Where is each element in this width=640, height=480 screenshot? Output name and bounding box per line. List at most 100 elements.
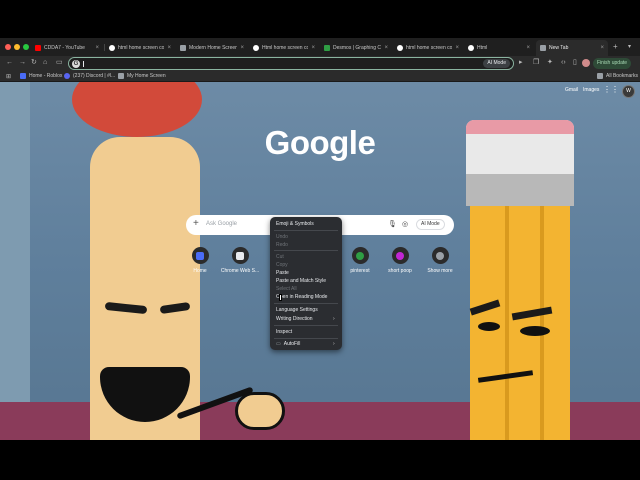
tab-strip: CDDA7 - YouTube × html home screen co × …: [0, 38, 640, 56]
bookmark-label: My Home Screen: [127, 73, 166, 79]
tab-title: CDDA7 - YouTube: [44, 45, 85, 51]
apps-grid-icon[interactable]: ⋮⋮: [603, 85, 619, 94]
shortcut-label: Show more: [427, 268, 453, 274]
maximize-window-button[interactable]: [23, 44, 29, 50]
close-tab-icon[interactable]: ×: [455, 45, 459, 51]
add-icon[interactable]: +: [193, 218, 199, 230]
shortcut-label: short poop: [388, 268, 412, 274]
menu-item-emoji-symbols[interactable]: Emoji & Symbols: [276, 221, 314, 227]
menu-separator: [274, 338, 338, 339]
close-tab-icon[interactable]: ×: [167, 45, 171, 51]
home-icon[interactable]: ⌂: [43, 59, 47, 67]
new-tab-button[interactable]: +: [613, 42, 618, 51]
pencil-character-stripe: [540, 202, 544, 440]
profile-avatar[interactable]: [582, 59, 590, 67]
menu-item-label: Writing Direction: [276, 316, 313, 322]
tab-desmos[interactable]: Desmos | Graphing C ×: [320, 40, 392, 56]
side-panel-icon[interactable]: ▭: [56, 59, 63, 67]
forward-icon[interactable]: →: [19, 59, 26, 67]
address-bar[interactable]: G AI Mode: [68, 57, 514, 70]
menu-item-inspect[interactable]: Inspect: [276, 329, 292, 335]
web-store-icon: [236, 251, 244, 260]
menu-item-paste[interactable]: Paste: [276, 270, 289, 276]
pencil-character-band: [466, 174, 574, 206]
pencil-character-eye: [478, 322, 500, 331]
close-tab-icon[interactable]: ×: [526, 45, 530, 51]
shortcut-label: Chrome Web S...: [220, 268, 260, 274]
menu-item-language-settings[interactable]: Language Settings: [276, 307, 318, 313]
close-window-button[interactable]: [5, 44, 11, 50]
shortcut-chrome-web-store[interactable]: Chrome Web S...: [218, 247, 262, 274]
menu-item-autofill[interactable]: ▭ AutoFill ›: [276, 341, 335, 347]
lens-icon[interactable]: ◎: [402, 220, 408, 228]
tab-new-tab[interactable]: New Tab ×: [536, 40, 608, 56]
search-input[interactable]: Ask Google: [206, 221, 237, 227]
back-icon[interactable]: ←: [6, 59, 13, 67]
shortcut-tile: [231, 247, 249, 264]
google-icon: G: [72, 60, 80, 68]
close-tab-icon[interactable]: ×: [384, 45, 388, 51]
minimize-window-button[interactable]: [14, 44, 20, 50]
tab-html-home-2[interactable]: Html home screen co ×: [249, 40, 319, 56]
menu-item-writing-direction[interactable]: Writing Direction ›: [276, 316, 335, 322]
page-icon: [180, 45, 186, 51]
tab-title: html home screen co: [118, 45, 165, 51]
downloads-icon[interactable]: ▯: [573, 59, 577, 67]
devtools-icon[interactable]: ‹›: [561, 59, 566, 67]
youtube-icon: [35, 45, 41, 51]
extensions-icon[interactable]: ✦: [547, 59, 553, 67]
bookmark-label: All Bookmarks: [606, 73, 638, 79]
bookmark-my-home-screen[interactable]: My Home Screen: [118, 73, 166, 79]
tab-html-home-1[interactable]: html home screen co ×: [105, 40, 175, 56]
tab-html-home-3[interactable]: html home screen co ×: [393, 40, 463, 56]
menu-item-cut: Cut: [276, 254, 284, 260]
menu-item-copy: Copy: [276, 262, 288, 268]
screen: CDDA7 - YouTube × html home screen co × …: [0, 0, 640, 480]
bookmark-label: (237) Discord | #l...: [73, 73, 116, 79]
chevron-right-icon: ›: [333, 316, 335, 322]
google-icon: [109, 45, 115, 51]
menu-separator: [274, 325, 338, 326]
autofill-icon: ▭: [276, 341, 281, 347]
google-icon: [468, 45, 474, 51]
close-tab-icon[interactable]: ×: [95, 45, 99, 51]
apps-icon[interactable]: ⊞: [6, 73, 11, 80]
shortcut-show-more[interactable]: Show more: [418, 247, 462, 274]
match-character-hand: [235, 392, 285, 430]
menu-item-undo: Undo: [276, 234, 288, 240]
google-icon: [397, 45, 403, 51]
bookmark-roblox[interactable]: Home - Roblox: [20, 73, 62, 79]
finish-update-button[interactable]: Finish update: [593, 58, 632, 69]
shortcut-tile: [391, 247, 409, 264]
media-icon[interactable]: ▸: [519, 59, 523, 67]
tab-youtube[interactable]: CDDA7 - YouTube ×: [31, 40, 103, 56]
ai-mode-button[interactable]: AI Mode: [483, 59, 510, 68]
copy-icon[interactable]: ❐: [533, 59, 539, 67]
pencil-character-stripe: [505, 202, 509, 440]
reload-icon[interactable]: ↻: [31, 59, 37, 67]
close-tab-icon[interactable]: ×: [311, 45, 315, 51]
images-link[interactable]: Images: [583, 87, 599, 93]
gmail-link[interactable]: Gmail: [565, 87, 578, 93]
menu-item-reading-mode[interactable]: Open in Reading Mode: [276, 294, 327, 300]
search-ai-mode-button[interactable]: AI Mode: [416, 219, 445, 230]
shortcut-pinterest[interactable]: pinterest: [338, 247, 382, 274]
microphone-icon[interactable]: 🎙: [388, 220, 397, 228]
menu-separator: [274, 303, 338, 304]
chrome-icon: [540, 45, 546, 51]
shortcut-short-poop[interactable]: short poop: [378, 247, 422, 274]
close-tab-icon[interactable]: ×: [600, 45, 604, 51]
tab-modern-home[interactable]: Modern Home Screen ×: [176, 40, 248, 56]
tab-html[interactable]: Html ×: [464, 40, 534, 56]
globe-icon: [118, 73, 124, 79]
menu-item-select-all: Select All: [276, 286, 297, 292]
close-tab-icon[interactable]: ×: [240, 45, 244, 51]
tab-search-dropdown-icon[interactable]: ▾: [628, 43, 631, 50]
user-avatar[interactable]: W: [622, 85, 635, 98]
shortcut-home[interactable]: Home: [178, 247, 222, 274]
shortcut-tile: [351, 247, 369, 264]
all-bookmarks-button[interactable]: All Bookmarks: [597, 73, 638, 79]
bookmark-discord[interactable]: (237) Discord | #l...: [64, 73, 115, 79]
menu-item-paste-match-style[interactable]: Paste and Match Style: [276, 278, 326, 284]
desmos-icon: [324, 45, 330, 51]
